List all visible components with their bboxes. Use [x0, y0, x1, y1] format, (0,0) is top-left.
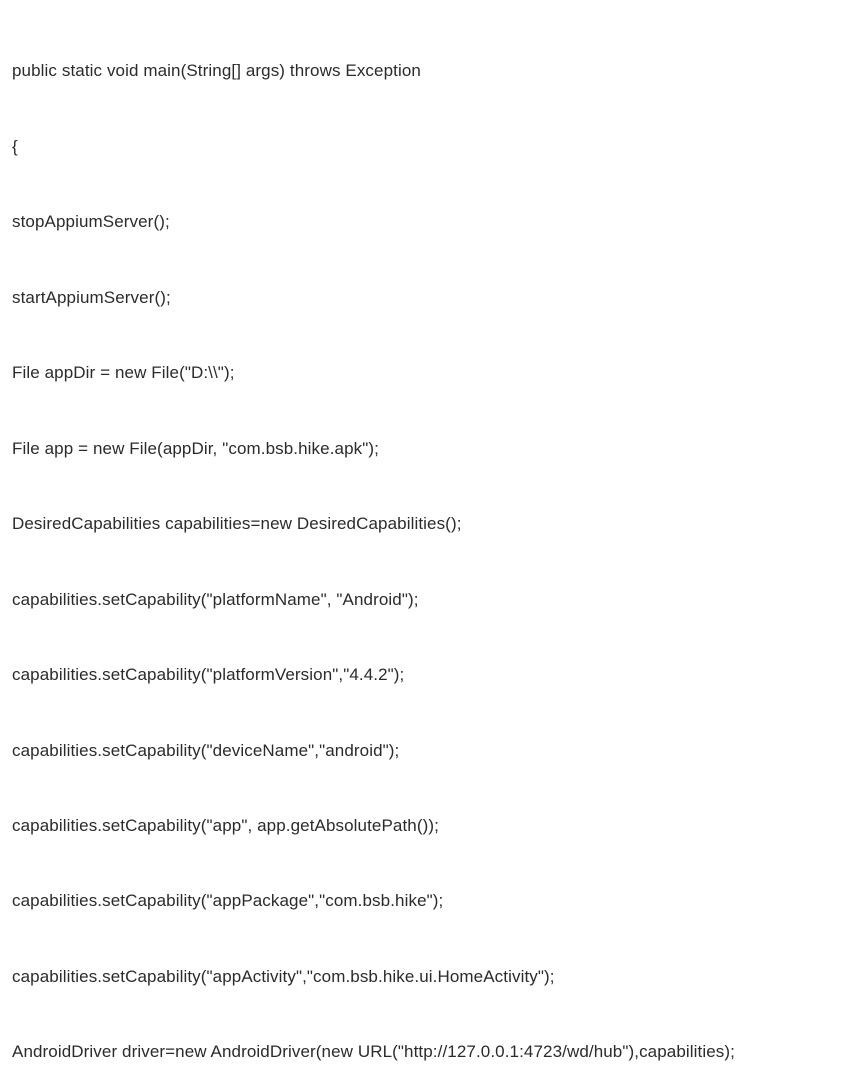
code-line: File app = new File(appDir, "com.bsb.hik…: [12, 436, 854, 461]
code-line: capabilities.setCapability("deviceName",…: [12, 738, 854, 763]
code-line: capabilities.setCapability("appActivity"…: [12, 964, 854, 989]
code-line: AndroidDriver driver=new AndroidDriver(n…: [12, 1039, 854, 1064]
code-snippet: public static void main(String[] args) t…: [12, 8, 854, 1082]
code-line: public static void main(String[] args) t…: [12, 58, 854, 83]
code-line: {: [12, 134, 854, 159]
code-line: DesiredCapabilities capabilities=new Des…: [12, 511, 854, 536]
code-line: capabilities.setCapability("appPackage",…: [12, 888, 854, 913]
code-line: capabilities.setCapability("app", app.ge…: [12, 813, 854, 838]
code-line: capabilities.setCapability("platformVers…: [12, 662, 854, 687]
code-line: startAppiumServer();: [12, 285, 854, 310]
code-line: capabilities.setCapability("platformName…: [12, 587, 854, 612]
code-line: File appDir = new File("D:\\");: [12, 360, 854, 385]
code-line: stopAppiumServer();: [12, 209, 854, 234]
